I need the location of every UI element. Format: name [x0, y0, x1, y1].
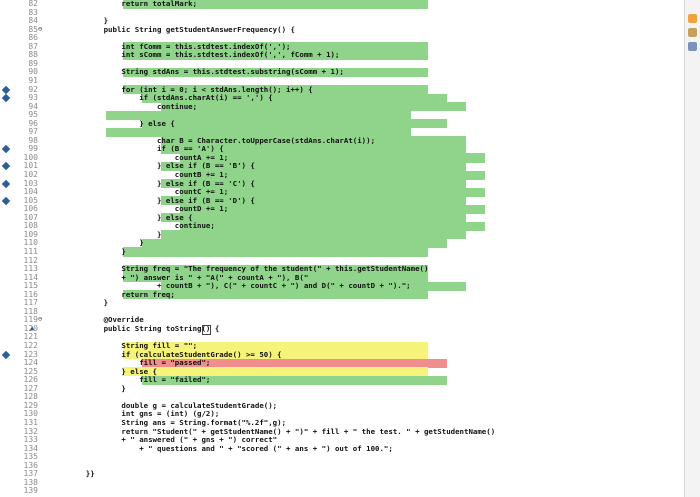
- fold-toggle-icon[interactable]: ⊖: [38, 25, 42, 33]
- fold-toggle-icon[interactable]: ⊖: [38, 315, 42, 323]
- coverage-highlight-green: [122, 247, 428, 257]
- right-toolbar: [684, 0, 700, 497]
- override-arrow-icon: ▲: [30, 323, 35, 332]
- code-line: }: [68, 383, 126, 393]
- code-line: return totalMark;: [68, 0, 198, 8]
- code-line: public String toString() {: [68, 323, 220, 333]
- code-line: }: [68, 298, 109, 308]
- line-number-gutter: 82 83 84 85 ⊖ 86 87 88 89 90 91 92 93 94 95 96 97 98 99 100…: [0, 0, 66, 497]
- line-number: 139: [23, 486, 38, 496]
- code-line: int sComm = this.stdtest.indexOf(',', fC…: [68, 50, 340, 60]
- text-cursor-box: [202, 324, 211, 335]
- code-line: String stdAns = this.stdtest.substring(s…: [68, 67, 344, 77]
- code-line: public String getStudentAnswerFrequency(…: [68, 24, 295, 34]
- java-perspective-icon[interactable]: [688, 14, 697, 23]
- outline-icon[interactable]: [688, 28, 697, 37]
- code-editor[interactable]: 82 83 84 85 ⊖ 86 87 88 89 90 91 92 93 94 95 96 97 98 99 100…: [0, 0, 684, 497]
- code-line: }: [68, 246, 126, 256]
- code-line: + " questions and " + "scored (" + ans +…: [68, 443, 393, 453]
- code-line: }}: [68, 469, 95, 479]
- task-list-icon[interactable]: [688, 42, 697, 51]
